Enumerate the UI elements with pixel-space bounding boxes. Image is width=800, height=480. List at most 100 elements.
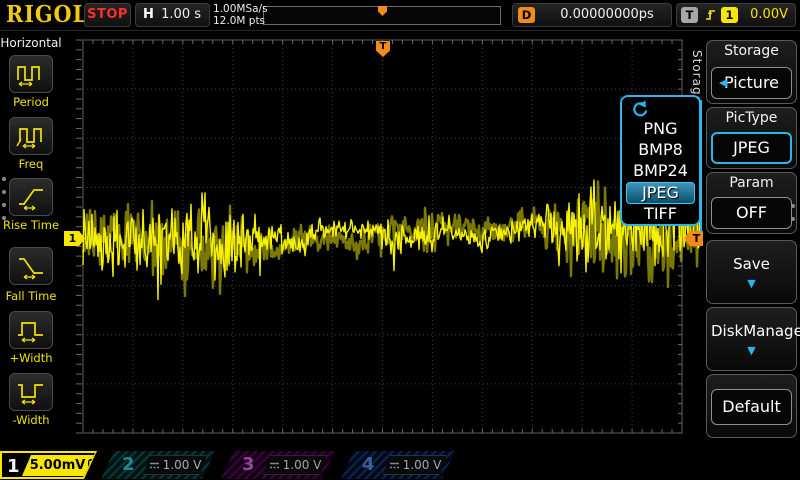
down-arrow-icon: ▼ bbox=[711, 277, 792, 290]
status-bar: RIGOL STOP H 1.00 s 1.00MSa/s 12.0M pts … bbox=[0, 0, 800, 31]
dc-coupling-icon bbox=[22, 461, 27, 471]
plus-width-icon bbox=[15, 316, 47, 344]
channel2-scale: 1.00 V bbox=[143, 455, 207, 475]
channel3-label[interactable]: 3 1.00 V bbox=[221, 451, 335, 479]
rising-edge-icon bbox=[703, 7, 719, 23]
dc-coupling-icon bbox=[149, 461, 160, 470]
param-section: Param OFF bbox=[706, 172, 797, 234]
horizontal-timebase-box: H 1.00 s bbox=[135, 3, 210, 27]
delay-readout-box: D 0.00000000ps bbox=[512, 3, 672, 27]
oscilloscope-screen: T 1 T RIGOL STOP H 1.00 s 1.00MSa/s 12.0… bbox=[0, 0, 800, 480]
sidebar-page-dot bbox=[2, 177, 6, 181]
channel2-label[interactable]: 2 1.00 V bbox=[101, 451, 215, 479]
popup-item-jpeg[interactable]: JPEG bbox=[626, 182, 695, 204]
pictype-popup: PNG BMP8 BMP24 JPEG TIFF bbox=[620, 95, 701, 226]
channel1-scale: 5.00mV B bbox=[22, 455, 96, 476]
trigger-position-marker[interactable]: T bbox=[376, 41, 390, 57]
sidebar-page-dot bbox=[2, 190, 6, 194]
channel4-number: 4 bbox=[362, 454, 375, 476]
down-arrow-icon: ▼ bbox=[711, 344, 792, 357]
channel1-offset-marker[interactable]: 1 bbox=[64, 231, 85, 246]
channel4-scale: 1.00 V bbox=[383, 455, 447, 475]
channel4-label[interactable]: 4 1.00 V bbox=[341, 451, 455, 479]
param-button[interactable]: OFF bbox=[711, 197, 792, 229]
picture-button-label: Picture bbox=[724, 73, 779, 92]
popup-item-bmp24[interactable]: BMP24 bbox=[626, 161, 695, 181]
graticule-and-waveform bbox=[0, 0, 800, 480]
rise-time-icon bbox=[15, 183, 47, 211]
h-label: H bbox=[143, 4, 154, 26]
menu-page-dot bbox=[791, 217, 795, 221]
trigger-readout-box: T 1 0.00V bbox=[676, 3, 796, 27]
sample-rate: 1.00MSa/s bbox=[213, 3, 268, 15]
channel1-number: 1 bbox=[7, 456, 20, 478]
menu-page-dot bbox=[791, 204, 795, 208]
measure-plus-width-button[interactable] bbox=[9, 311, 53, 349]
dc-coupling-icon bbox=[269, 461, 280, 470]
channel1-inner: 1 5.00mV B bbox=[2, 453, 95, 477]
save-button-label: Save bbox=[711, 255, 792, 273]
default-section: Default bbox=[706, 374, 797, 438]
storage-section: Storage ◀ Picture bbox=[706, 40, 797, 104]
popup-item-bmp8[interactable]: BMP8 bbox=[626, 140, 695, 160]
channel4-volts-per-div: 1.00 V bbox=[403, 458, 442, 472]
measure-minus-width-label: -Width bbox=[0, 413, 62, 427]
trigger-label: T bbox=[681, 7, 698, 23]
sidebar-page-dot bbox=[2, 216, 6, 220]
sidebar-page-dot bbox=[2, 203, 6, 207]
save-section: Save ▼ bbox=[706, 240, 797, 304]
pictype-section: PicType JPEG bbox=[706, 107, 797, 169]
sample-rate-readout: 1.00MSa/s 12.0M pts bbox=[213, 3, 268, 27]
trigger-source-badge: 1 bbox=[721, 7, 738, 23]
picture-button[interactable]: ◀ Picture bbox=[711, 67, 792, 99]
channel2-volts-per-div: 1.00 V bbox=[163, 458, 202, 472]
pictype-button[interactable]: JPEG bbox=[711, 132, 792, 164]
minus-width-icon bbox=[15, 378, 47, 406]
measure-rise-time-button[interactable] bbox=[9, 178, 53, 216]
measure-category-title: Horizontal bbox=[0, 36, 62, 50]
measure-plus-width-label: +Width bbox=[0, 351, 62, 365]
trigger-level-value: 0.00V bbox=[750, 4, 788, 26]
param-header: Param bbox=[707, 173, 796, 193]
freq-icon bbox=[15, 122, 47, 150]
rigol-logo: RIGOL bbox=[6, 1, 88, 28]
dc-coupling-icon bbox=[389, 461, 400, 470]
channel-bar: 1 5.00mV B 2 1.00 V bbox=[0, 450, 800, 480]
diskmanage-button[interactable]: DiskManage ▼ bbox=[711, 312, 792, 366]
measure-freq-label: Freq bbox=[0, 157, 62, 171]
delay-value: 0.00000000ps bbox=[543, 4, 671, 26]
delay-label: D bbox=[518, 7, 535, 23]
fall-time-icon bbox=[15, 252, 47, 280]
channel1-volts-per-div: 5.00mV bbox=[30, 458, 86, 473]
memory-depth: 12.0M pts bbox=[213, 15, 268, 27]
left-arrow-icon: ◀ bbox=[719, 68, 727, 98]
measure-sidebar: Horizontal Period Freq Rise Time bbox=[0, 30, 62, 450]
diskmanage-button-label: DiskManage bbox=[711, 322, 792, 340]
period-icon bbox=[15, 60, 47, 88]
channel3-scale: 1.00 V bbox=[263, 455, 327, 475]
default-button[interactable]: Default bbox=[711, 389, 792, 425]
channel3-number: 3 bbox=[242, 454, 255, 476]
measure-period-button[interactable] bbox=[9, 55, 53, 93]
bandwidth-limit-badge: B bbox=[88, 459, 96, 473]
diskmanage-section: DiskManage ▼ bbox=[706, 307, 797, 371]
popup-item-tiff[interactable]: TIFF bbox=[626, 204, 695, 224]
pictype-header: PicType bbox=[707, 108, 796, 128]
trigger-level-marker[interactable]: T bbox=[684, 231, 705, 246]
run-state-indicator: STOP bbox=[84, 3, 131, 27]
measure-freq-button[interactable] bbox=[9, 117, 53, 155]
timebase-value: 1.00 s bbox=[161, 4, 201, 26]
measure-fall-time-label: Fall Time bbox=[0, 289, 62, 303]
save-button[interactable]: Save ▼ bbox=[711, 245, 792, 299]
measure-fall-time-button[interactable] bbox=[9, 247, 53, 285]
channel1-label[interactable]: 1 5.00mV B bbox=[0, 451, 97, 479]
cycle-icon bbox=[629, 100, 649, 117]
storage-header: Storage bbox=[707, 41, 796, 61]
measure-rise-time-label: Rise Time bbox=[0, 218, 62, 232]
measure-minus-width-button[interactable] bbox=[9, 373, 53, 411]
channel2-number: 2 bbox=[122, 454, 135, 476]
storage-menu: Storage ◀ Picture PicType JPEG Param OFF… bbox=[703, 30, 800, 450]
measure-period-label: Period bbox=[0, 95, 62, 109]
popup-item-png[interactable]: PNG bbox=[626, 119, 695, 139]
channel3-volts-per-div: 1.00 V bbox=[283, 458, 322, 472]
